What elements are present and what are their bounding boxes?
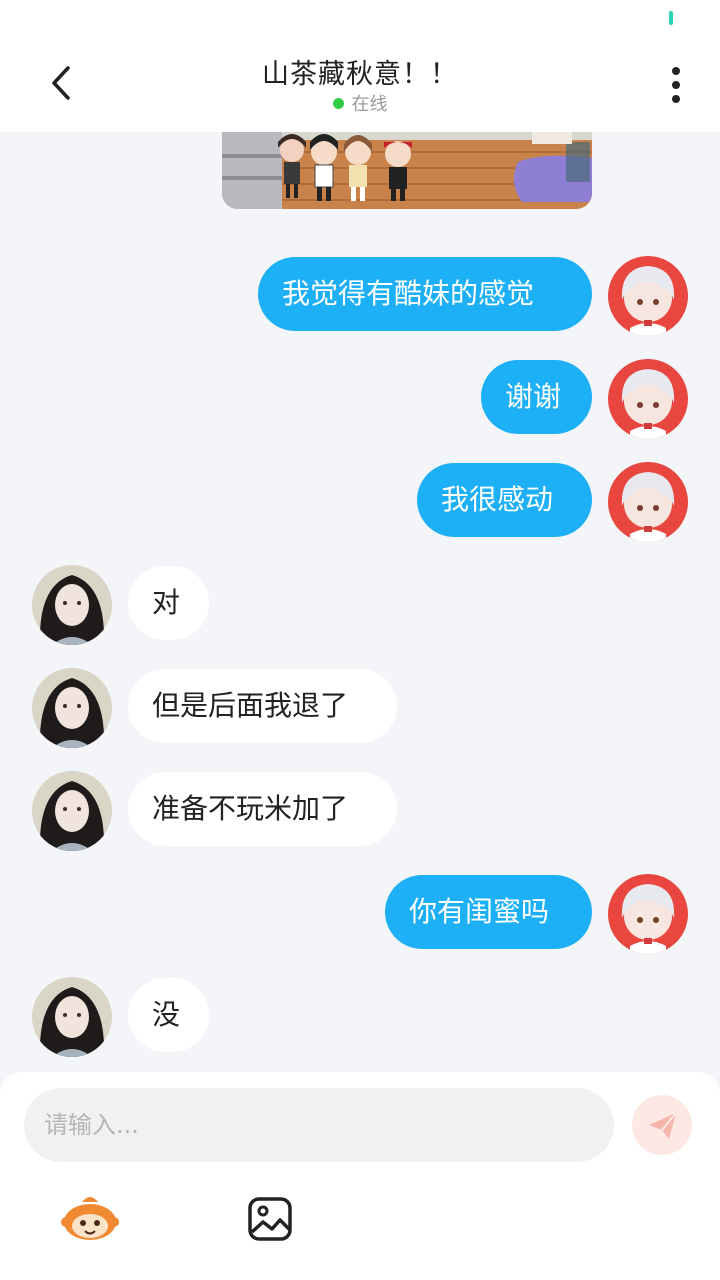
contact-photo-image: [32, 565, 112, 645]
message-bubble-received[interactable]: 准备不玩米加了: [128, 772, 397, 846]
contact-photo-image: [32, 668, 112, 748]
anime-avatar-image: [608, 256, 688, 336]
contact-avatar[interactable]: [32, 565, 112, 645]
chat-screen: 山茶藏秋意！！ 在线 我觉得有酷妹的感觉 谢谢 我很感动 对 但是后面我退了 准…: [0, 0, 720, 1280]
anime-avatar-image: [608, 359, 688, 439]
contact-avatar[interactable]: [32, 771, 112, 851]
chat-header: 山茶藏秋意！！ 在线: [0, 40, 720, 132]
chat-title: 山茶藏秋意！！: [262, 59, 458, 90]
message-bubble-sent[interactable]: 你有闺蜜吗: [385, 875, 592, 949]
message-bubble-received[interactable]: 但是后面我退了: [128, 669, 397, 743]
message-bubble-sent[interactable]: 谢谢: [481, 360, 592, 434]
online-dot-icon: [332, 98, 344, 109]
more-vertical-icon: [672, 67, 680, 103]
image-icon: [248, 1197, 292, 1241]
more-options-button[interactable]: [664, 64, 688, 108]
message-composer: [0, 1072, 720, 1280]
online-status: 在线: [260, 90, 460, 116]
my-avatar[interactable]: [608, 359, 688, 439]
contact-photo-image: [32, 977, 112, 1057]
send-icon: [649, 1112, 677, 1139]
image-message[interactable]: [222, 132, 592, 209]
image-picker-button[interactable]: [246, 1196, 294, 1242]
anime-avatar-image: [608, 874, 688, 954]
my-avatar[interactable]: [608, 874, 688, 954]
status-indicator: [669, 11, 673, 25]
status-bar: [0, 0, 720, 40]
back-button[interactable]: [40, 60, 84, 106]
message-bubble-received[interactable]: 对: [128, 566, 209, 640]
contact-photo-image: [32, 771, 112, 851]
online-status-label: 在线: [351, 94, 388, 115]
my-avatar[interactable]: [608, 462, 688, 542]
anime-avatar-image: [608, 462, 688, 542]
back-arrow-icon: [52, 66, 70, 100]
message-bubble-sent[interactable]: 我很感动: [417, 463, 592, 537]
contact-avatar[interactable]: [32, 977, 112, 1057]
emoji-mascot-icon: [61, 1197, 119, 1240]
emoji-button[interactable]: [60, 1192, 120, 1244]
game-scene-image: [222, 132, 592, 209]
message-bubble-sent[interactable]: 我觉得有酷妹的感觉: [258, 257, 592, 331]
my-avatar[interactable]: [608, 256, 688, 336]
message-bubble-received[interactable]: 没: [128, 978, 209, 1052]
send-button[interactable]: [632, 1095, 692, 1155]
message-input[interactable]: [24, 1088, 614, 1162]
contact-avatar[interactable]: [32, 668, 112, 748]
